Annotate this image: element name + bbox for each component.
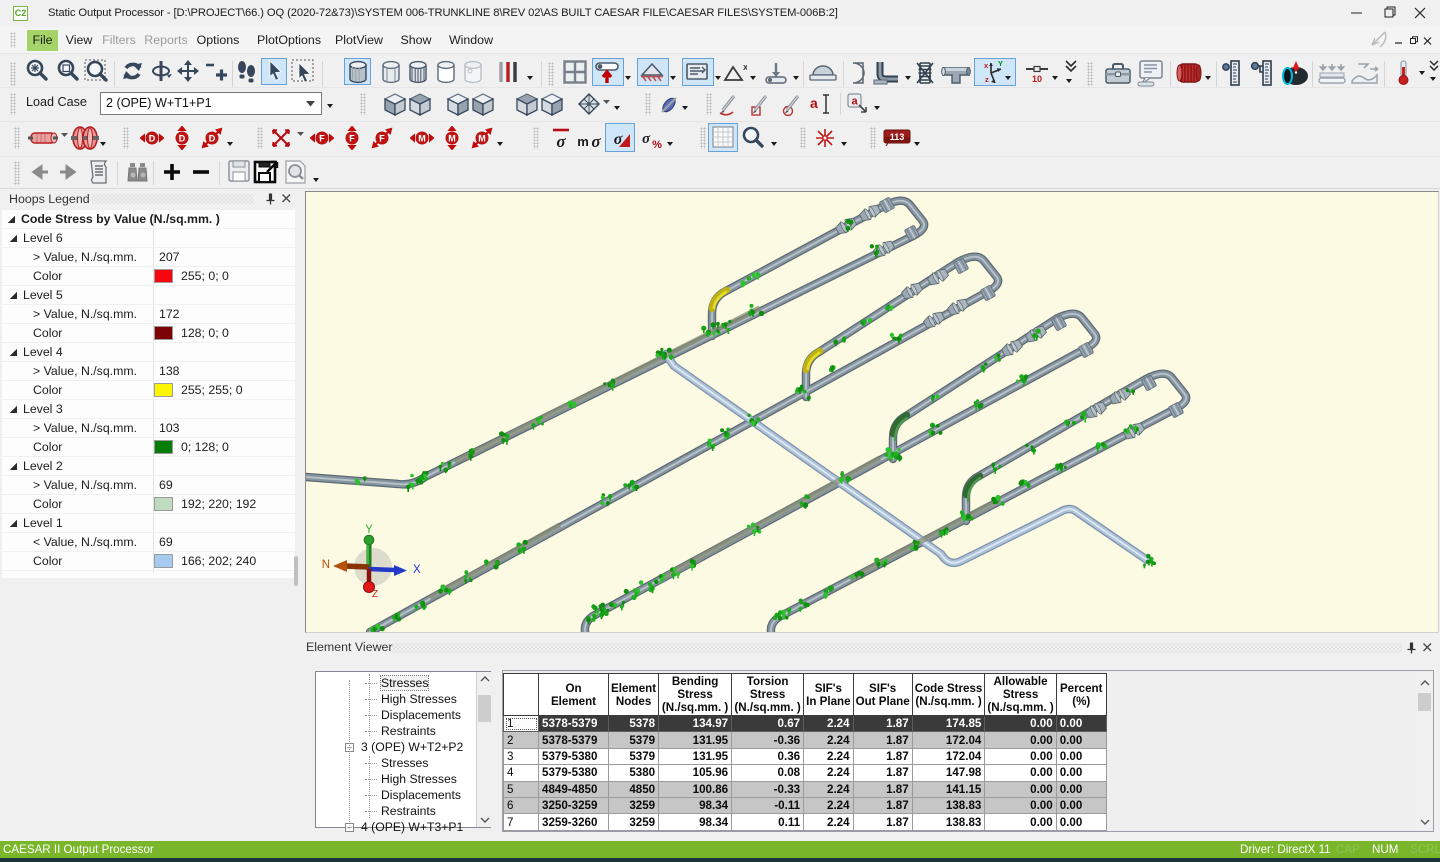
svg-text:Y: Y: [365, 524, 373, 536]
svg-text:M: M: [448, 134, 456, 144]
svg-text:Y: Y: [998, 60, 1003, 68]
svg-text:D: D: [209, 134, 216, 144]
svg-text:D: D: [149, 134, 156, 144]
svg-text:%: %: [652, 139, 662, 150]
svg-text:σ: σ: [642, 131, 651, 147]
svg-text:x: x: [743, 62, 747, 72]
svg-text:Z: Z: [372, 589, 378, 600]
svg-text:113: 113: [890, 132, 905, 142]
svg-text:X: X: [413, 564, 421, 576]
svg-text:F: F: [379, 134, 385, 144]
svg-text:x: x: [984, 61, 989, 70]
svg-text:F: F: [349, 134, 355, 144]
svg-text:M: M: [478, 134, 486, 144]
svg-text:m: m: [577, 134, 589, 149]
svg-text:σ: σ: [556, 132, 566, 150]
svg-text:M: M: [418, 134, 426, 144]
svg-text:10: 10: [1032, 74, 1042, 84]
svg-text:z: z: [985, 75, 989, 84]
svg-text:σ: σ: [591, 132, 601, 150]
svg-text:F: F: [319, 134, 325, 144]
svg-text:N: N: [322, 559, 330, 571]
svg-text:D: D: [179, 134, 186, 144]
svg-text:a: a: [851, 96, 858, 108]
